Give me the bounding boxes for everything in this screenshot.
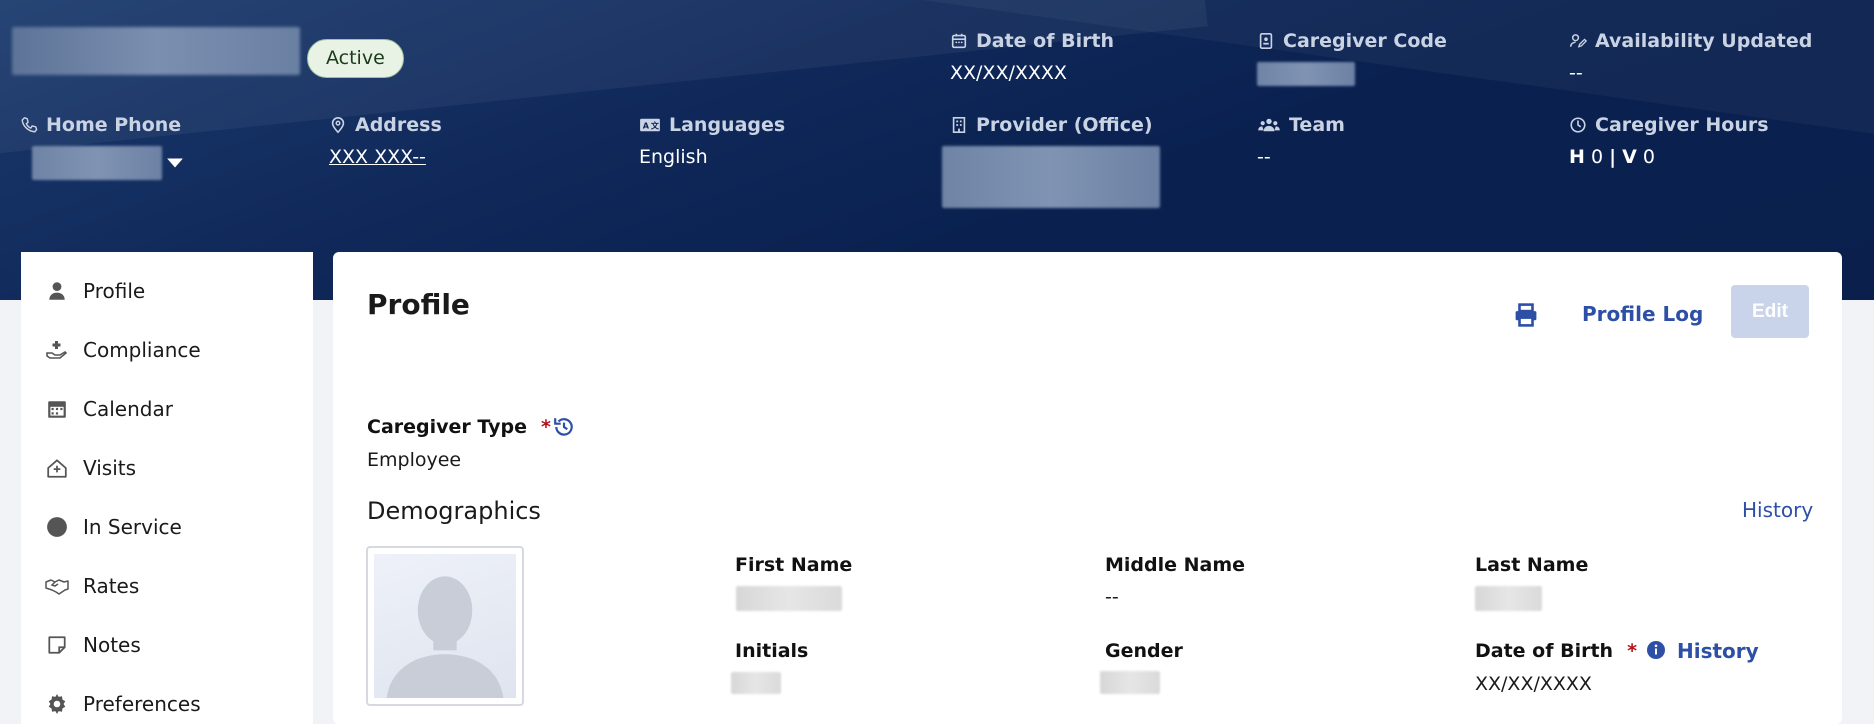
avatar[interactable] (366, 546, 524, 706)
middle-name-label: Middle Name (1105, 554, 1246, 576)
sidebar-item-label: Compliance (83, 338, 201, 362)
sidebar-item-profile[interactable]: Profile (21, 262, 313, 320)
sidebar-item-label: Profile (83, 279, 146, 303)
required-marker: * (540, 416, 551, 438)
header-date-of-birth: Date of Birth XX/XX/XXXX (950, 30, 1114, 84)
hand-plus-icon (45, 338, 69, 362)
sidebar-item-preferences[interactable]: Preferences (21, 675, 313, 724)
caregiver-type-label: Caregiver Type * (367, 416, 551, 438)
calendar-icon (45, 397, 69, 421)
sidebar-item-notes[interactable]: Notes (21, 616, 313, 674)
info-icon[interactable] (1646, 640, 1666, 660)
date-of-birth-history-link[interactable]: History (1677, 639, 1759, 663)
sidebar-item-visits[interactable]: Visits (21, 439, 313, 497)
demographics-title: Demographics (367, 497, 541, 525)
header-provider: Provider (Office) (942, 114, 1160, 208)
sidebar-item-label: Preferences (83, 692, 201, 716)
svg-text:A: A (643, 121, 650, 131)
circle-icon (45, 515, 69, 539)
caregiver-name-redacted (12, 27, 300, 75)
header-availability-updated: Availability Updated -- (1569, 30, 1812, 84)
date-of-birth-label: Date of Birth (976, 30, 1115, 52)
page-title: Profile (367, 288, 470, 321)
caregiver-code-redacted (1257, 62, 1355, 86)
print-icon[interactable] (1513, 302, 1539, 328)
language-icon: A文 (640, 118, 660, 132)
caregiver-hours-value: H 0 | V 0 (1569, 146, 1655, 168)
building-icon (952, 116, 966, 134)
history-icon[interactable] (553, 416, 575, 438)
initials-redacted (731, 672, 781, 694)
address-label: Address (355, 114, 442, 136)
header-caregiver-code: Caregiver Code (1257, 30, 1447, 86)
first-name-label: First Name (735, 554, 853, 576)
last-name-label: Last Name (1475, 554, 1589, 576)
provider-label: Provider (Office) (976, 114, 1153, 136)
person-icon (45, 279, 69, 303)
avatar-silhouette-icon (386, 576, 504, 698)
id-badge-icon (1259, 32, 1273, 50)
gear-icon (45, 692, 69, 716)
svg-text:文: 文 (651, 121, 660, 131)
date-of-birth-value: XX/XX/XXXX (950, 62, 1067, 84)
sidebar-item-label: In Service (83, 515, 182, 539)
edit-button[interactable]: Edit (1731, 285, 1809, 338)
first-name-redacted (736, 586, 842, 611)
languages-label: Languages (669, 114, 786, 136)
gender-redacted (1100, 671, 1160, 694)
header-team: Team -- (1257, 114, 1345, 168)
sidebar: Profile Compliance Calendar Visits In Se… (21, 252, 313, 724)
sidebar-item-label: Rates (83, 574, 140, 598)
header-caregiver-hours: Caregiver Hours H 0 | V 0 (1569, 114, 1769, 168)
required-marker: * (1627, 640, 1638, 662)
initials-label: Initials (735, 640, 809, 662)
sidebar-item-compliance[interactable]: Compliance (21, 321, 313, 379)
sidebar-item-label: Calendar (83, 397, 173, 421)
team-label: Team (1289, 114, 1345, 136)
caregiver-hours-label: Caregiver Hours (1595, 114, 1769, 136)
sidebar-item-label: Notes (83, 633, 141, 657)
handshake-icon (45, 574, 69, 598)
header-home-phone: Home Phone (20, 114, 184, 180)
gender-label: Gender (1105, 640, 1183, 662)
home-phone-dropdown[interactable] (32, 146, 184, 180)
languages-value: English (639, 146, 708, 168)
date-of-birth-field-label: Date of Birth * (1475, 640, 1638, 662)
sidebar-item-calendar[interactable]: Calendar (21, 380, 313, 438)
team-icon (1258, 118, 1280, 132)
user-edit-icon (1569, 34, 1587, 48)
sidebar-item-rates[interactable]: Rates (21, 557, 313, 615)
home-phone-redacted (32, 146, 162, 180)
profile-card: Profile Profile Log Edit Caregiver Type *… (333, 252, 1842, 724)
phone-icon (21, 117, 38, 133)
header-languages: A文 Languages English (639, 114, 785, 168)
calendar-icon (951, 33, 967, 49)
last-name-redacted (1475, 586, 1542, 611)
provider-redacted (942, 146, 1160, 208)
profile-log-link[interactable]: Profile Log (1582, 302, 1703, 326)
sidebar-item-label: Visits (83, 456, 137, 480)
caregiver-code-label: Caregiver Code (1283, 30, 1447, 52)
caret-down-icon[interactable] (166, 157, 184, 169)
team-value: -- (1257, 146, 1271, 168)
header-address: Address XXX XXX-- (329, 114, 442, 168)
availability-updated-value: -- (1569, 62, 1583, 84)
demographics-history-link[interactable]: History (1742, 498, 1813, 522)
sidebar-item-in-service[interactable]: In Service (21, 498, 313, 556)
caregiver-type-value: Employee (367, 449, 462, 471)
address-link[interactable]: XXX XXX-- (329, 146, 442, 168)
clock-icon (1570, 117, 1586, 133)
home-phone-label: Home Phone (46, 114, 182, 136)
map-pin-icon (331, 117, 345, 134)
availability-updated-label: Availability Updated (1595, 30, 1813, 52)
house-plus-icon (45, 456, 69, 480)
status-badge: Active (307, 39, 404, 78)
middle-name-value: -- (1105, 586, 1119, 608)
date-of-birth-field-value: XX/XX/XXXX (1475, 673, 1592, 695)
note-icon (45, 633, 69, 657)
